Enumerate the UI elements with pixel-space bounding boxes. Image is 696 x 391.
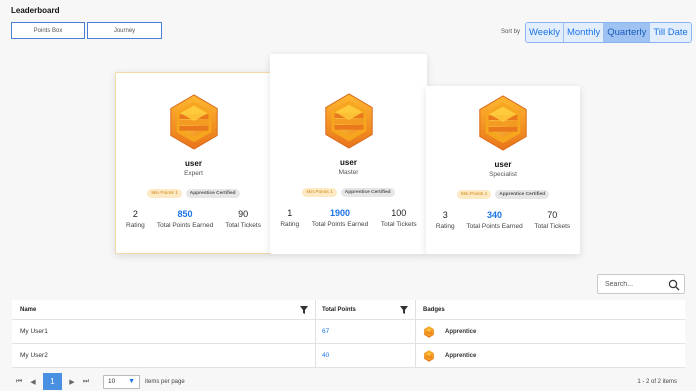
column-divider <box>315 320 316 343</box>
first-page-icon[interactable]: ⏮ <box>12 375 26 389</box>
next-page-icon[interactable]: ▶ <box>65 375 79 389</box>
hexagon-badge-icon <box>169 94 218 150</box>
last-page-icon[interactable]: ⏭ <box>79 375 93 389</box>
rating-stat: 1 Rating <box>280 208 299 228</box>
stats-row: 1 Rating 1900 Total Points Earned 100 Total… <box>270 208 427 228</box>
podium-card-expert: user Expert Min.Points 1 Apprentice Cert… <box>115 72 272 254</box>
chip-row: Min.Points 1 Apprentice Certified <box>270 188 427 197</box>
points-stat: 850 Total Points Earned <box>157 209 213 229</box>
points-value: 340 <box>487 210 503 220</box>
hexagon-badge-icon <box>424 349 434 362</box>
certified-chip: Apprentice Certified <box>340 188 395 197</box>
podium-card-master: user Master Min.Points 1 Apprentice Cert… <box>270 54 427 254</box>
badge-name: Apprentice <box>445 352 477 359</box>
filter-icon[interactable] <box>400 306 408 314</box>
podium-card-specialist: user Specialist Min.Points 1 Apprentice … <box>426 86 580 254</box>
column-header-badges[interactable]: Badges <box>423 300 445 319</box>
column-header-name[interactable]: Name <box>20 300 36 319</box>
table-row[interactable]: My User1 67 Apprentice <box>12 320 685 344</box>
rating-label: Rating <box>435 223 455 230</box>
search-box <box>597 274 685 294</box>
column-divider <box>415 300 416 319</box>
search-input[interactable] <box>605 278 667 291</box>
sort-toggle-group: Weekly Monthly Quarterly Till Date <box>525 22 692 43</box>
min-points-chip: Min.Points 1 <box>147 189 182 198</box>
tickets-label: Total Tickets <box>534 223 571 230</box>
tickets-label: Total Tickets <box>380 221 417 228</box>
previous-page-icon[interactable]: ◀ <box>26 375 40 389</box>
row-points-link[interactable]: 67 <box>322 320 329 343</box>
leaderboard-table: Name Total Points Badges My User1 67 App… <box>12 300 685 368</box>
points-stat: 1900 Total Points Earned <box>312 208 368 228</box>
column-header-total-points[interactable]: Total Points <box>322 300 356 319</box>
user-level: Expert <box>184 170 203 177</box>
rating-value: 3 <box>442 210 448 220</box>
tab-points-box[interactable]: Points Box <box>11 22 85 39</box>
hexagon-badge-icon <box>424 325 434 338</box>
rating-label: Rating <box>126 222 145 229</box>
tickets-stat: 70 Total Tickets <box>534 210 570 230</box>
chip-row: Min.Points 1 Apprentice Certified <box>116 189 271 198</box>
table-header-row: Name Total Points Badges <box>12 300 685 320</box>
rating-stat: 2 Rating <box>126 209 145 229</box>
items-per-page-label: items per page <box>145 378 185 385</box>
row-badge: Apprentice <box>423 344 476 367</box>
chevron-down-icon: ▼ <box>128 378 135 385</box>
column-divider <box>315 344 316 367</box>
row-badge: Apprentice <box>423 320 476 343</box>
column-divider <box>415 320 416 343</box>
certified-chip: Apprentice Certified <box>495 190 550 199</box>
chip-row: Min.Points 1 Apprentice Certified <box>426 190 580 199</box>
tickets-value: 90 <box>238 209 249 219</box>
points-label: Total Points Earned <box>466 223 523 230</box>
tab-journey[interactable]: Journey <box>87 22 162 39</box>
pagination-bar: ⏮ ◀ 1 ▶ ⏭ 10 ▼ items per page 1 - 2 of 2… <box>12 372 685 391</box>
column-divider <box>315 300 316 319</box>
points-stat: 340 Total Points Earned <box>466 210 522 230</box>
items-range-label: 1 - 2 of 2 items <box>637 378 677 385</box>
points-value: 1900 <box>330 208 351 218</box>
row-name: My User1 <box>20 328 48 335</box>
hexagon-badge-icon <box>324 93 373 149</box>
badge-name: Apprentice <box>445 328 477 335</box>
points-value: 850 <box>177 209 193 219</box>
row-points-link[interactable]: 40 <box>322 344 329 367</box>
column-divider <box>415 344 416 367</box>
stats-row: 2 Rating 850 Total Points Earned 90 Total T… <box>116 209 271 229</box>
points-label: Total Points Earned <box>156 222 214 229</box>
stats-row: 3 Rating 340 Total Points Earned 70 Total T… <box>426 210 580 230</box>
items-per-page-select[interactable]: 10 ▼ <box>103 374 140 389</box>
tickets-value: 70 <box>547 210 558 220</box>
certified-chip: Apprentice Certified <box>185 189 240 198</box>
tickets-stat: 90 Total Tickets <box>225 209 261 229</box>
min-points-chip: Min.Points 1 <box>302 188 337 197</box>
user-level: Master <box>338 169 359 176</box>
rating-label: Rating <box>280 221 300 228</box>
sort-till-date-button[interactable]: Till Date <box>650 23 691 42</box>
search-icon[interactable] <box>668 279 680 291</box>
table-row[interactable]: My User2 40 Apprentice <box>12 344 685 368</box>
sort-weekly-button[interactable]: Weekly <box>526 23 564 42</box>
min-points-chip: Min.Points 1 <box>456 190 492 199</box>
sort-quarterly-button[interactable]: Quarterly <box>604 23 651 42</box>
tickets-stat: 100 Total Tickets <box>381 208 417 228</box>
points-label: Total Points Earned <box>311 221 369 228</box>
items-per-page-value: 10 <box>108 378 116 385</box>
user-name: user <box>494 160 512 169</box>
tickets-value: 100 <box>391 208 407 218</box>
hexagon-badge-icon <box>479 95 527 151</box>
rating-value: 1 <box>287 208 293 218</box>
sort-by-label: Sort by <box>501 29 521 35</box>
user-name: user <box>185 159 202 168</box>
rating-value: 2 <box>132 209 138 219</box>
user-level: Specialist <box>489 171 517 178</box>
user-name: user <box>340 158 357 167</box>
current-page-button[interactable]: 1 <box>43 373 62 390</box>
tickets-label: Total Tickets <box>225 222 261 229</box>
filter-icon[interactable] <box>300 306 308 314</box>
sort-monthly-button[interactable]: Monthly <box>563 23 605 42</box>
row-name: My User2 <box>20 352 48 359</box>
page-title: Leaderboard <box>11 6 60 15</box>
rating-stat: 3 Rating <box>436 210 455 230</box>
